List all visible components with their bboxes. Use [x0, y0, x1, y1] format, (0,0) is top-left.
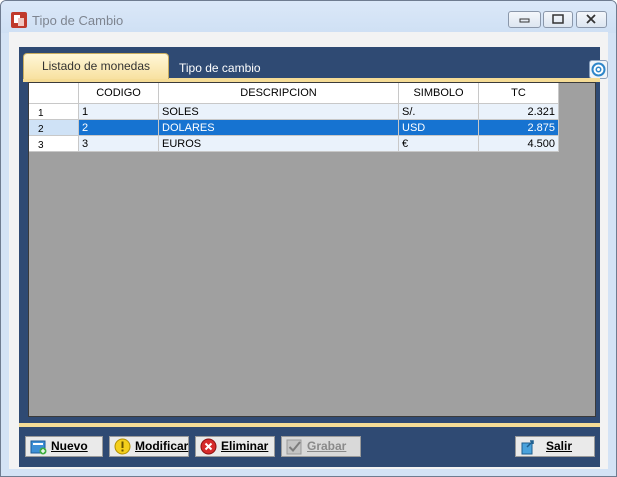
eliminar-button[interactable]: Eliminar: [195, 436, 275, 457]
grabar-button[interactable]: Grabar: [281, 436, 361, 457]
row-number: 2: [29, 120, 79, 136]
warning-icon: [114, 438, 131, 455]
grabar-label: Grabar: [307, 439, 347, 453]
minimize-button[interactable]: [508, 11, 541, 28]
cell-codigo[interactable]: 1: [79, 104, 159, 120]
cell-simbolo[interactable]: USD: [399, 120, 479, 136]
gear-icon: [591, 62, 606, 77]
exit-icon: [521, 440, 534, 455]
title-bar[interactable]: Tipo de Cambio: [1, 1, 616, 33]
table-row[interactable]: 1 1 SOLES S/. 2.321: [29, 104, 559, 120]
row-indicator-header: [29, 83, 79, 104]
column-header-descripcion[interactable]: DESCRIPCION: [159, 83, 399, 104]
window: Tipo de Cambio Listado de monedas Tipo d…: [0, 0, 617, 477]
cell-descripcion[interactable]: SOLES: [159, 104, 399, 120]
grid-header: CODIGO DESCRIPCION SIMBOLO TC: [29, 83, 559, 104]
cell-codigo[interactable]: 2: [79, 120, 159, 136]
close-icon: [586, 14, 596, 24]
close-button[interactable]: [576, 11, 607, 28]
modificar-button[interactable]: Modificar: [109, 436, 189, 457]
maximize-icon: [552, 14, 564, 24]
window-title: Tipo de Cambio: [32, 13, 124, 28]
row-number: 3: [29, 136, 79, 152]
cell-simbolo[interactable]: €: [399, 136, 479, 152]
eliminar-label: Eliminar: [221, 439, 269, 453]
cell-tc[interactable]: 2.321: [479, 104, 559, 120]
maximize-button[interactable]: [543, 11, 573, 28]
column-header-codigo[interactable]: CODIGO: [79, 83, 159, 104]
tab-listado-de-monedas[interactable]: Listado de monedas: [23, 53, 169, 79]
table-row[interactable]: 2 2 DOLARES USD 2.875: [29, 120, 559, 136]
salir-label: Salir: [546, 439, 573, 453]
cell-simbolo[interactable]: S/.: [399, 104, 479, 120]
app-icon: [11, 12, 27, 28]
modificar-label: Modificar: [135, 439, 189, 453]
button-bar: Nuevo Modificar Eliminar Grabar Salir: [19, 427, 600, 467]
checkmark-icon: [286, 439, 302, 455]
cell-codigo[interactable]: 3: [79, 136, 159, 152]
column-header-tc[interactable]: TC: [479, 83, 559, 104]
delete-icon: [200, 438, 217, 455]
column-header-simbolo[interactable]: SIMBOLO: [399, 83, 479, 104]
cell-tc[interactable]: 2.875: [479, 120, 559, 136]
table-row[interactable]: 3 3 EUROS € 4.500: [29, 136, 559, 152]
row-number: 1: [29, 104, 79, 120]
add-icon: [30, 440, 47, 455]
cell-descripcion[interactable]: DOLARES: [159, 120, 399, 136]
nuevo-label: Nuevo: [51, 439, 88, 453]
tab-tipo-de-cambio[interactable]: Tipo de cambio: [179, 58, 279, 78]
form-body: Listado de monedas Tipo de cambio CODIGO…: [9, 32, 608, 469]
cell-descripcion[interactable]: EUROS: [159, 136, 399, 152]
settings-button[interactable]: [589, 60, 608, 79]
nuevo-button[interactable]: Nuevo: [25, 436, 103, 457]
minimize-icon: [519, 18, 530, 23]
salir-button[interactable]: Salir: [515, 436, 595, 457]
cell-tc[interactable]: 4.500: [479, 136, 559, 152]
currency-grid[interactable]: CODIGO DESCRIPCION SIMBOLO TC 1 1 SOLES …: [28, 82, 596, 417]
